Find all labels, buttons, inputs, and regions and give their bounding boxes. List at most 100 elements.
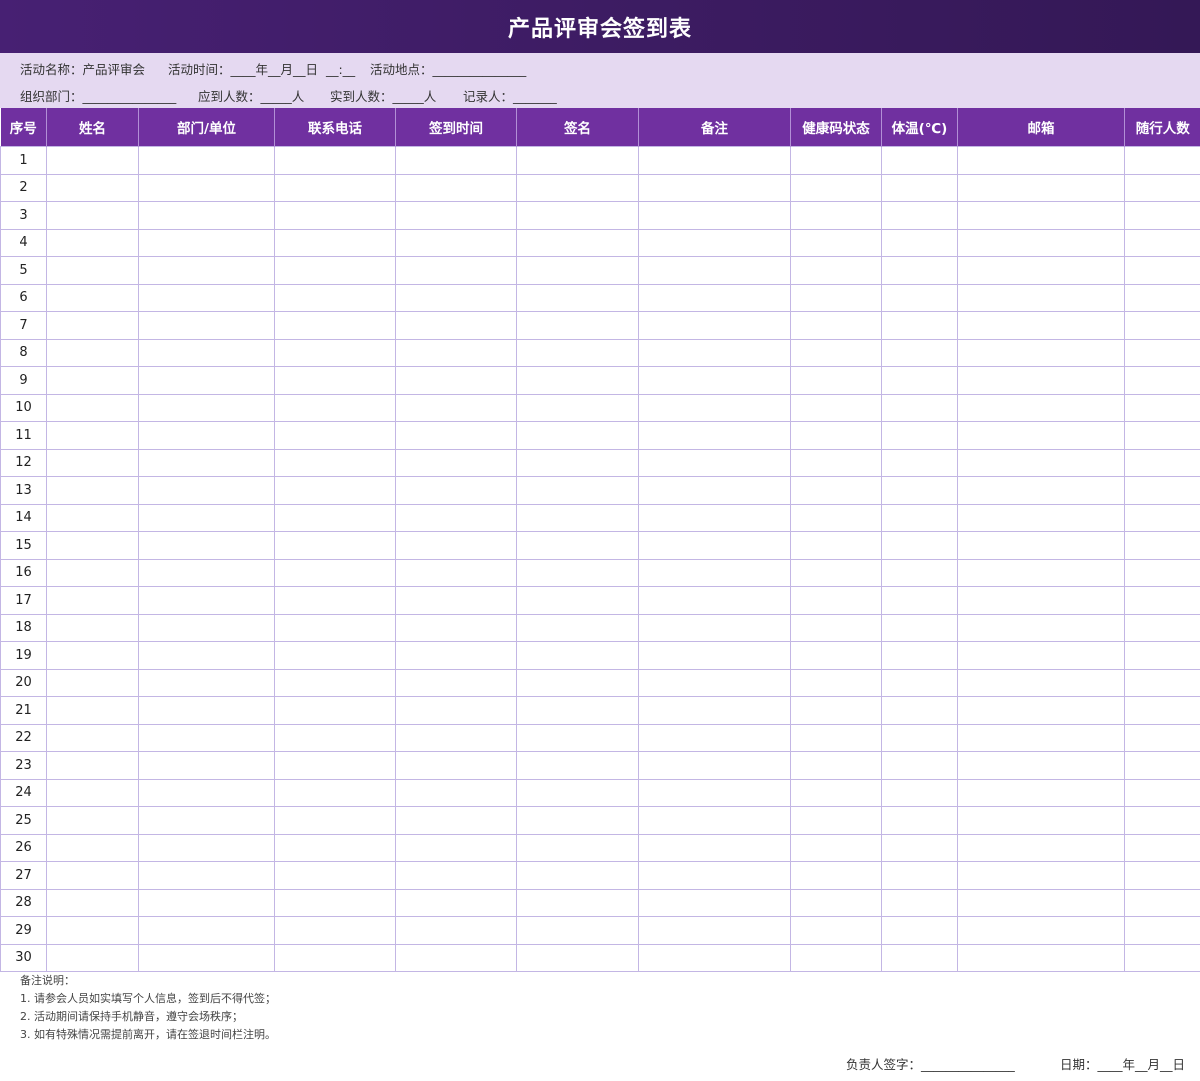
- table-cell[interactable]: [790, 613, 882, 642]
- table-cell[interactable]: [1124, 531, 1200, 560]
- table-cell[interactable]: [957, 696, 1125, 725]
- table-cell[interactable]: [790, 751, 882, 780]
- table-cell[interactable]: [138, 916, 275, 945]
- table-cell[interactable]: [274, 503, 396, 532]
- table-cell[interactable]: [516, 586, 639, 615]
- table-cell[interactable]: [46, 833, 139, 862]
- table-cell[interactable]: [1124, 861, 1200, 890]
- table-cell[interactable]: [395, 558, 517, 587]
- table-cell[interactable]: [790, 476, 882, 505]
- table-cell[interactable]: [274, 173, 396, 202]
- table-cell[interactable]: [957, 201, 1125, 230]
- table-cell[interactable]: [957, 173, 1125, 202]
- table-cell[interactable]: [274, 448, 396, 477]
- table-cell[interactable]: [638, 861, 791, 890]
- table-cell[interactable]: [638, 641, 791, 670]
- table-cell[interactable]: [638, 256, 791, 285]
- recorder-field[interactable]: 记录人：_______: [463, 86, 557, 105]
- table-cell[interactable]: [790, 531, 882, 560]
- table-cell[interactable]: [274, 256, 396, 285]
- table-cell[interactable]: [516, 201, 639, 230]
- table-cell[interactable]: [274, 393, 396, 422]
- table-cell[interactable]: [395, 696, 517, 725]
- table-cell[interactable]: [881, 613, 958, 642]
- table-cell[interactable]: [881, 283, 958, 312]
- table-cell[interactable]: [274, 283, 396, 312]
- table-cell[interactable]: [138, 421, 275, 450]
- table-cell[interactable]: [516, 256, 639, 285]
- table-cell[interactable]: [516, 613, 639, 642]
- table-cell[interactable]: [638, 943, 791, 972]
- table-cell[interactable]: [138, 311, 275, 340]
- table-cell[interactable]: [790, 311, 882, 340]
- table-cell[interactable]: [274, 861, 396, 890]
- table-cell[interactable]: [881, 833, 958, 862]
- table-cell[interactable]: [274, 696, 396, 725]
- table-cell[interactable]: [881, 256, 958, 285]
- table-cell[interactable]: [790, 283, 882, 312]
- table-cell[interactable]: [395, 201, 517, 230]
- table-cell[interactable]: [1124, 173, 1200, 202]
- table-cell[interactable]: [138, 723, 275, 752]
- table-cell[interactable]: [638, 586, 791, 615]
- table-cell[interactable]: [638, 503, 791, 532]
- table-cell[interactable]: [138, 476, 275, 505]
- table-cell[interactable]: [1124, 833, 1200, 862]
- table-cell[interactable]: [638, 448, 791, 477]
- table-cell[interactable]: [881, 916, 958, 945]
- signer-signature-field[interactable]: 负责人签字：_______________: [846, 1054, 1015, 1073]
- table-cell[interactable]: [881, 421, 958, 450]
- table-cell[interactable]: [516, 228, 639, 257]
- table-cell[interactable]: [46, 641, 139, 670]
- table-cell[interactable]: [46, 228, 139, 257]
- table-cell[interactable]: [274, 833, 396, 862]
- table-cell[interactable]: [516, 833, 639, 862]
- table-cell[interactable]: [274, 311, 396, 340]
- table-cell[interactable]: [395, 723, 517, 752]
- table-cell[interactable]: [138, 613, 275, 642]
- table-cell[interactable]: [516, 916, 639, 945]
- table-cell[interactable]: [957, 393, 1125, 422]
- activity-location-field[interactable]: 活动地点：_______________: [370, 59, 526, 78]
- table-cell[interactable]: [138, 366, 275, 395]
- table-cell[interactable]: [790, 778, 882, 807]
- table-cell[interactable]: [395, 146, 517, 175]
- table-cell[interactable]: [638, 228, 791, 257]
- table-cell[interactable]: [957, 916, 1125, 945]
- table-cell[interactable]: [957, 421, 1125, 450]
- table-cell[interactable]: [638, 421, 791, 450]
- table-cell[interactable]: [46, 256, 139, 285]
- table-cell[interactable]: [1124, 696, 1200, 725]
- table-cell[interactable]: [881, 476, 958, 505]
- table-cell[interactable]: [46, 311, 139, 340]
- table-cell[interactable]: [138, 806, 275, 835]
- table-cell[interactable]: [638, 173, 791, 202]
- table-cell[interactable]: [395, 668, 517, 697]
- table-cell[interactable]: [881, 366, 958, 395]
- table-cell[interactable]: [138, 943, 275, 972]
- table-cell[interactable]: [138, 668, 275, 697]
- table-cell[interactable]: [395, 503, 517, 532]
- table-cell[interactable]: [516, 476, 639, 505]
- table-cell[interactable]: [790, 723, 882, 752]
- table-cell[interactable]: [881, 586, 958, 615]
- table-cell[interactable]: [274, 228, 396, 257]
- table-cell[interactable]: [957, 888, 1125, 917]
- table-cell[interactable]: [881, 228, 958, 257]
- table-cell[interactable]: [516, 448, 639, 477]
- table-cell[interactable]: [46, 943, 139, 972]
- table-cell[interactable]: [881, 558, 958, 587]
- table-cell[interactable]: [274, 888, 396, 917]
- table-cell[interactable]: [1124, 201, 1200, 230]
- table-cell[interactable]: [274, 558, 396, 587]
- table-cell[interactable]: [1124, 283, 1200, 312]
- table-cell[interactable]: [638, 531, 791, 560]
- table-cell[interactable]: [395, 448, 517, 477]
- table-cell[interactable]: [881, 943, 958, 972]
- table-cell[interactable]: [881, 696, 958, 725]
- table-cell[interactable]: [957, 723, 1125, 752]
- table-cell[interactable]: [790, 228, 882, 257]
- table-cell[interactable]: [957, 558, 1125, 587]
- table-cell[interactable]: [395, 531, 517, 560]
- table-cell[interactable]: [516, 943, 639, 972]
